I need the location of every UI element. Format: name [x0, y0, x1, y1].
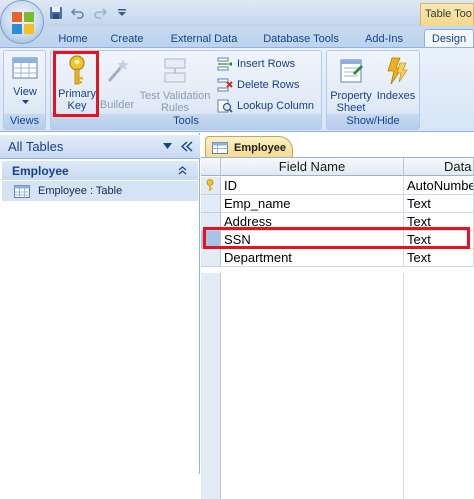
view-button-label: View [13, 86, 37, 98]
nav-group-header[interactable]: Employee [2, 161, 198, 180]
insert-rows-label: Insert Rows [237, 58, 296, 70]
nav-item-employee-table[interactable]: Employee : Table [2, 181, 198, 201]
collapse-group-icon[interactable] [178, 166, 187, 175]
row-selector[interactable] [201, 249, 221, 267]
document-tab-employee[interactable]: Employee [205, 136, 293, 158]
indexes-label: Indexes [376, 90, 416, 102]
views-group-label: Views [4, 114, 45, 129]
redo-icon[interactable] [92, 5, 108, 21]
primary-key-icon [206, 179, 214, 191]
nav-pane-title: All Tables [8, 139, 64, 154]
save-icon[interactable] [48, 5, 64, 21]
data-type-cell[interactable]: Text [404, 195, 474, 213]
property-sheet-label-line1: Property [330, 90, 372, 102]
navigation-pane: All Tables Employee Employee : Table [0, 133, 200, 474]
field-name-cell[interactable]: ID [221, 177, 404, 195]
column-divider [403, 273, 404, 499]
test-validation-label-line1: Test Validation [139, 90, 211, 102]
quick-access-toolbar [48, 4, 130, 22]
ribbon: View Views Primary Key Builder Test Vali… [0, 47, 474, 132]
primary-key-label-line1: Primary [58, 88, 96, 100]
row-selector-column [201, 273, 221, 499]
indexes-lightning-icon [387, 57, 408, 85]
insert-rows-icon [217, 57, 232, 71]
field-name-cell[interactable]: Emp_name [221, 195, 404, 213]
ribbon-tab-bar: Home Create External Data Database Tools… [0, 26, 474, 48]
key-icon [69, 55, 85, 85]
view-icon [12, 57, 38, 79]
field-name-cell[interactable]: Department [221, 249, 404, 267]
indexes-button[interactable]: Indexes [375, 55, 417, 102]
row-selector-header [201, 158, 221, 176]
data-type-cell[interactable]: Text [404, 231, 474, 249]
table-row[interactable]: ID AutoNumber [201, 177, 474, 195]
row-selector-current[interactable] [201, 231, 221, 249]
nav-pane-header[interactable]: All Tables [0, 135, 200, 159]
column-header-field-name[interactable]: Field Name [221, 158, 404, 176]
primary-key-button[interactable]: Primary Key [58, 55, 96, 112]
lookup-column-button[interactable]: Lookup Column [217, 97, 314, 115]
lookup-column-label: Lookup Column [237, 100, 315, 112]
column-header-data-type[interactable]: Data [404, 158, 474, 176]
tab-home[interactable]: Home [50, 29, 96, 48]
grid-empty-area [201, 273, 474, 499]
tab-database-tools[interactable]: Database Tools [258, 29, 344, 48]
lookup-column-icon [217, 99, 233, 113]
table-tools-context-title: Table Too [420, 3, 474, 26]
office-button[interactable] [0, 0, 44, 44]
test-validation-label-line2: Rules [160, 102, 190, 114]
tab-add-ins[interactable]: Add-Ins [356, 29, 412, 48]
delete-rows-label: Delete Rows [237, 79, 300, 91]
row-selector[interactable] [201, 177, 221, 195]
table-design-icon [212, 141, 228, 154]
customize-quick-access-icon[interactable] [114, 5, 130, 21]
field-name-cell[interactable]: Address [221, 213, 404, 231]
title-bar: Table Too [0, 0, 474, 26]
nav-pane-empty-area [2, 201, 198, 474]
view-button[interactable]: View [7, 55, 43, 105]
builder-wand-icon [107, 59, 129, 82]
insert-rows-button[interactable]: Insert Rows [217, 55, 295, 73]
tab-external-data[interactable]: External Data [162, 29, 246, 48]
builder-label: Builder [99, 99, 135, 111]
row-selector[interactable] [201, 213, 221, 231]
table-row[interactable]: Address Text [201, 213, 474, 231]
data-type-cell[interactable]: Text [404, 249, 474, 267]
tools-group: Primary Key Builder Test Validation Rule… [50, 50, 322, 130]
views-group: View Views [3, 50, 46, 130]
show-hide-group: Property Sheet Indexes Show/Hide [326, 50, 420, 130]
chevron-down-icon[interactable] [163, 143, 172, 150]
primary-key-label-line2: Key [67, 100, 87, 112]
builder-button[interactable]: Builder [99, 55, 135, 111]
chevron-down-icon [21, 100, 29, 104]
delete-rows-button[interactable]: Delete Rows [217, 76, 299, 94]
delete-rows-icon [217, 78, 233, 92]
validation-rules-icon [164, 58, 186, 83]
tab-create[interactable]: Create [104, 29, 150, 48]
data-type-cell[interactable]: Text [404, 213, 474, 231]
office-logo-icon [12, 12, 34, 34]
row-selector[interactable] [201, 195, 221, 213]
document-area: Employee Field Name Data ID AutoNumber E… [201, 133, 474, 499]
nav-item-label: Employee : Table [38, 185, 123, 197]
data-type-cell[interactable]: AutoNumber [404, 177, 474, 195]
nav-group-label: Employee [12, 163, 69, 178]
table-row-current[interactable]: SSN Text [201, 231, 474, 249]
table-row[interactable]: Emp_name Text [201, 195, 474, 213]
undo-icon[interactable] [70, 5, 86, 21]
tab-design[interactable]: Design [424, 29, 474, 48]
test-validation-rules-button[interactable]: Test Validation Rules [137, 55, 213, 114]
table-row[interactable]: Department Text [201, 249, 474, 267]
property-sheet-label-line2: Sheet [336, 102, 366, 114]
shutter-bar-close-icon[interactable] [181, 141, 193, 152]
tools-group-label: Tools [51, 114, 321, 129]
field-name-cell[interactable]: SSN [221, 231, 404, 249]
document-tab-label: Employee [234, 141, 286, 154]
property-sheet-button[interactable]: Property Sheet [329, 55, 373, 114]
property-sheet-icon [340, 59, 363, 83]
show-hide-group-label: Show/Hide [327, 114, 419, 129]
table-icon [14, 184, 30, 198]
